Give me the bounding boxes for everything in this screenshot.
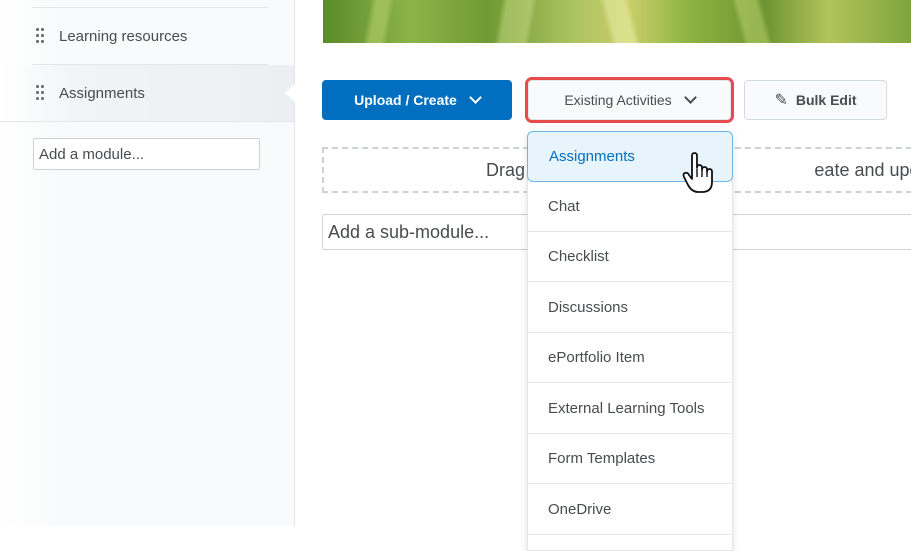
active-indicator [285, 84, 295, 102]
drag-handle-icon[interactable] [36, 28, 44, 44]
module-label: Learning resources [59, 27, 188, 45]
sidebar-module-learning-resources[interactable]: Learning resources [32, 8, 268, 65]
drop-zone-text-left: Drag [486, 159, 526, 180]
existing-activities-dropdown: Assignments Chat Checklist Discussions e… [527, 131, 733, 551]
menu-item-onedrive[interactable]: OneDrive [528, 485, 732, 535]
menu-item-form-templates[interactable]: Form Templates [528, 434, 732, 484]
existing-activities-label: Existing Activities [564, 92, 672, 108]
menu-item-checklist[interactable]: Checklist [528, 232, 732, 282]
menu-item-discussions[interactable]: Discussions [528, 283, 732, 333]
menu-item-external-learning-tools[interactable]: External Learning Tools [528, 384, 732, 434]
upload-create-label: Upload / Create [354, 92, 457, 108]
module-label: Assignments [59, 84, 145, 102]
menu-item-eportfolio-item[interactable]: ePortfolio Item [528, 333, 732, 383]
drag-handle-icon[interactable] [36, 85, 44, 101]
chevron-down-icon [468, 91, 482, 104]
existing-activities-button[interactable]: Existing Activities [525, 77, 734, 123]
hand-pointer-cursor-icon [682, 152, 713, 193]
bulk-edit-button[interactable]: ✎ Bulk Edit [744, 80, 887, 120]
upload-create-button[interactable]: Upload / Create [322, 80, 512, 120]
add-module-input[interactable]: Add a module... [33, 138, 260, 170]
sidebar-module-assignments[interactable]: Assignments [0, 65, 295, 122]
drop-zone-text-right: eate and update topic [814, 159, 911, 180]
pencil-icon: ✎ [774, 92, 788, 109]
bulk-edit-label: Bulk Edit [795, 92, 857, 108]
chevron-down-icon [683, 91, 697, 104]
course-banner-image [323, 0, 911, 43]
module-sidebar: Learning resources Assignments Add a mod… [0, 0, 295, 526]
